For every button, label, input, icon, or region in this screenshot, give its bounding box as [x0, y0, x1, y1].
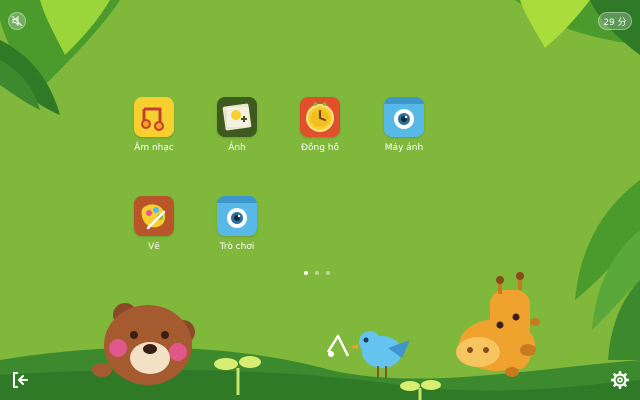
app-music[interactable]: Âm nhạc [123, 97, 185, 153]
camera-eye-icon [384, 97, 424, 137]
app-clock[interactable]: Đồng hồ [289, 97, 351, 153]
app-draw[interactable]: Vẽ [123, 196, 185, 252]
speaker-muted-icon [11, 15, 23, 27]
paint-palette-icon [134, 196, 174, 236]
app-label: Máy ảnh [384, 143, 424, 153]
page-dot-active[interactable] [304, 271, 308, 275]
app-games[interactable]: Trò chơi [206, 196, 268, 252]
app-label: Âm nhạc [134, 143, 174, 153]
app-label: Ảnh [228, 143, 246, 153]
exit-button[interactable] [10, 370, 30, 390]
photo-album-icon [217, 97, 257, 137]
time-remaining-text: 29 分 [603, 17, 627, 28]
app-camera[interactable]: Máy ảnh [373, 97, 435, 153]
time-remaining-badge: 29 分 [598, 12, 632, 30]
mute-button[interactable] [8, 12, 26, 30]
clock-icon [300, 97, 340, 137]
giraffe-character [456, 272, 540, 377]
app-label: Vẽ [148, 242, 160, 252]
page-dot[interactable] [315, 271, 319, 275]
page-dot[interactable] [326, 271, 330, 275]
page-indicator [304, 271, 330, 275]
home-screen: 29 分 Âm nhạc Ảnh Đồng hồ Máy ảnh Vẽ Trò … [0, 0, 640, 400]
game-eye-icon [217, 196, 257, 236]
bird-character [350, 331, 410, 378]
bear-character [92, 303, 195, 385]
gear-icon [611, 371, 629, 389]
music-note-icon [134, 97, 174, 137]
app-label: Đồng hồ [301, 143, 339, 153]
jungle-background [0, 0, 640, 400]
app-photos[interactable]: Ảnh [206, 97, 268, 153]
app-label: Trò chơi [219, 242, 255, 252]
exit-door-icon [13, 372, 28, 388]
settings-button[interactable] [610, 370, 630, 390]
